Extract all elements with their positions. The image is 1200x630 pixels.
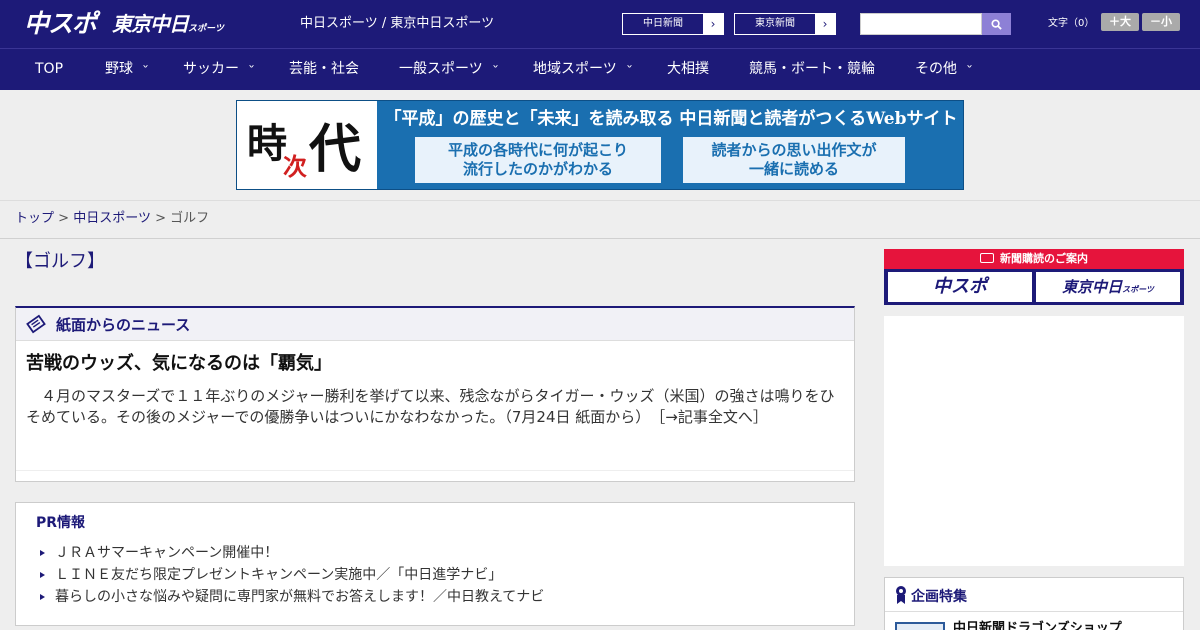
pr-link[interactable]: 暮らしの小さな悩みや疑問に専門家が無料でお答えします！／中日教えてナビ [40, 587, 544, 607]
search-input[interactable] [860, 13, 982, 35]
pr-link-text: ＬＩＮＥ友だち限定プレゼントキャンペーン実施中／「中日進学ナビ」 [55, 567, 503, 583]
read-more-link[interactable]: ［→記事全文へ］ [658, 408, 768, 426]
banner-logo-char-1: 時 [247, 120, 287, 167]
banner-logo: 時 代 次 [237, 101, 377, 189]
pr-link-text: ＪＲＡサマーキャンペーン開催中！ [55, 545, 279, 561]
tokyo-chunichi-logo[interactable]: 東京中日スポーツ [112, 10, 224, 40]
chevron-right-icon: › [815, 14, 835, 34]
tokyo-chunichi-logo-text: 東京中日 [112, 12, 189, 36]
chevron-right-icon: › [703, 14, 723, 34]
feature-item-link[interactable]: 中日新聞ドラゴンズショップ [953, 620, 1122, 630]
divider [16, 470, 854, 471]
breadcrumb-current: ゴルフ [170, 211, 210, 226]
chevron-down-icon: ˅ [625, 65, 633, 76]
chuspo-logo[interactable]: 中スポ [24, 8, 97, 40]
news-summary: ４月のマスターズで１１年ぶりのメジャー勝利を挙げて以来、残念ながらタイガー・ウッ… [26, 386, 846, 428]
banner-box-history: 平成の各時代に何が起こり 流行したのかがわかる [415, 137, 661, 183]
nav-label: その他 [915, 61, 957, 77]
font-larger-button[interactable]: ＋大 [1101, 13, 1139, 31]
subscription-heading-text: 新聞購読のご案内 [1000, 252, 1088, 265]
nav-label: TOP [35, 61, 64, 77]
breadcrumb-chunichi-link[interactable]: 中日スポーツ [73, 211, 151, 226]
feature-header: 企画特集 [885, 578, 1183, 612]
search-button[interactable] [982, 13, 1011, 35]
tokyo-chunichi-logo-small: スポーツ [188, 24, 224, 34]
news-section-label: 紙面からのニュース [56, 316, 191, 334]
jisedai-banner[interactable]: 時 代 次 「平成」の歴史と「未来」を読み取る 中日新聞と読者がつくるWebサイ… [236, 100, 964, 190]
banner-box-line: 流行したのかがわかる [462, 160, 613, 178]
subscription-heading: 新聞購読のご案内 [884, 249, 1184, 269]
breadcrumb-top-link[interactable]: トップ [15, 211, 54, 226]
pr-heading: PR情報 [36, 515, 86, 531]
tokyo-shimbun-link-label: 東京新聞 [755, 18, 795, 29]
subscribe-tokyo-chunichi-small: スポーツ [1122, 285, 1154, 294]
font-size-label: 文字（0） [1048, 18, 1095, 29]
banner-box-line: 一緒に読める [748, 160, 839, 178]
divider [0, 238, 1200, 239]
feature-section: 企画特集 中日新聞ドラゴンズショップ [884, 577, 1184, 630]
tokyo-shimbun-link[interactable]: 東京新聞 › [734, 13, 836, 35]
chunichi-shimbun-link-label: 中日新聞 [643, 18, 683, 29]
nav-label: 一般スポーツ [399, 61, 483, 77]
bullet-icon [40, 550, 45, 556]
feature-thumbnail[interactable] [895, 622, 945, 630]
nav-item-entertainment[interactable]: 芸能・社会 [289, 49, 359, 90]
nav-item-local-sports[interactable]: 地域スポーツ ˅ [533, 49, 633, 90]
breadcrumb: トップ > 中日スポーツ > ゴルフ [15, 210, 209, 228]
news-headline[interactable]: 苦戦のウッズ、気になるのは「覇気」 [26, 352, 332, 376]
nav-item-sumo[interactable]: 大相撲 [667, 49, 709, 90]
subscribe-tokyo-chunichi-button[interactable]: 東京中日スポーツ [1036, 272, 1180, 302]
site-header: 中スポ 東京中日スポーツ 中日スポーツ / 東京中日スポーツ 中日新聞 › 東京… [0, 0, 1200, 48]
divider [0, 200, 1200, 201]
nav-label: 芸能・社会 [289, 61, 359, 77]
banner-logo-char-2: 代 [309, 119, 362, 180]
pr-link[interactable]: ＬＩＮＥ友だち限定プレゼントキャンペーン実施中／「中日進学ナビ」 [40, 565, 502, 585]
nav-item-baseball[interactable]: 野球 ˅ [105, 49, 150, 90]
search-icon [991, 18, 1002, 30]
site-names: 中日スポーツ / 東京中日スポーツ [300, 16, 495, 31]
pr-section: PR情報 ＪＲＡサマーキャンペーン開催中！ ＬＩＮＥ友だち限定プレゼントキャンペ… [15, 502, 855, 626]
banner-box-line: 平成の各時代に何が起こり [447, 141, 628, 159]
ad-slot[interactable] [884, 316, 1184, 566]
subscribe-chuspo-button[interactable]: 中スポ [888, 272, 1032, 302]
nav-label: 競馬・ボート・競輪 [749, 61, 875, 77]
nav-label: 野球 [105, 61, 133, 77]
bullet-icon [40, 594, 45, 600]
font-smaller-button[interactable]: －小 [1142, 13, 1180, 31]
award-ribbon-icon [896, 586, 906, 604]
news-section-header: 紙面からのニュース [16, 308, 854, 341]
breadcrumb-separator: > [58, 211, 70, 226]
banner-box-essays: 読者からの思い出作文が 一緒に読める [683, 137, 905, 183]
nav-item-soccer[interactable]: サッカー ˅ [183, 49, 256, 90]
chevron-down-icon: ˅ [965, 65, 974, 76]
main-nav: TOP 野球 ˅ サッカー ˅ 芸能・社会 一般スポーツ ˅ 地域スポーツ ˅ 大相撲 … [0, 48, 1200, 90]
chevron-down-icon: ˅ [247, 65, 256, 76]
banner-logo-char-sub: 次 [283, 152, 307, 181]
nav-label: 地域スポーツ [533, 61, 617, 77]
subscribe-tokyo-chunichi-text: 東京中日 [1062, 278, 1123, 296]
feature-title: 企画特集 [911, 589, 967, 605]
banner-headline: 「平成」の歴史と「未来」を読み取る 中日新聞と読者がつくるWebサイト [384, 109, 958, 129]
pr-link[interactable]: ＪＲＡサマーキャンペーン開催中！ [40, 543, 278, 563]
banner-box-line: 読者からの思い出作文が [711, 141, 877, 159]
chevron-down-icon: ˅ [141, 65, 150, 76]
ticket-icon [980, 253, 994, 263]
newspaper-icon [26, 314, 46, 334]
breadcrumb-separator: > [155, 211, 166, 226]
news-section: 紙面からのニュース 苦戦のウッズ、気になるのは「覇気」 ４月のマスターズで１１年… [15, 306, 855, 482]
chevron-down-icon: ˅ [491, 65, 499, 76]
nav-item-other[interactable]: その他 ˅ [915, 49, 974, 90]
subscription-box: 新聞購読のご案内 中スポ 東京中日スポーツ [884, 249, 1184, 305]
chunichi-shimbun-link[interactable]: 中日新聞 › [622, 13, 724, 35]
nav-label: 大相撲 [667, 61, 709, 77]
nav-item-racing[interactable]: 競馬・ボート・競輪 [749, 49, 875, 90]
nav-label: サッカー [183, 61, 239, 77]
nav-item-general-sports[interactable]: 一般スポーツ ˅ [399, 49, 499, 90]
bullet-icon [40, 572, 45, 578]
nav-item-top[interactable]: TOP [35, 49, 63, 90]
category-title: 【ゴルフ】 [15, 251, 105, 272]
pr-link-text: 暮らしの小さな悩みや疑問に専門家が無料でお答えします！／中日教えてナビ [55, 589, 545, 605]
